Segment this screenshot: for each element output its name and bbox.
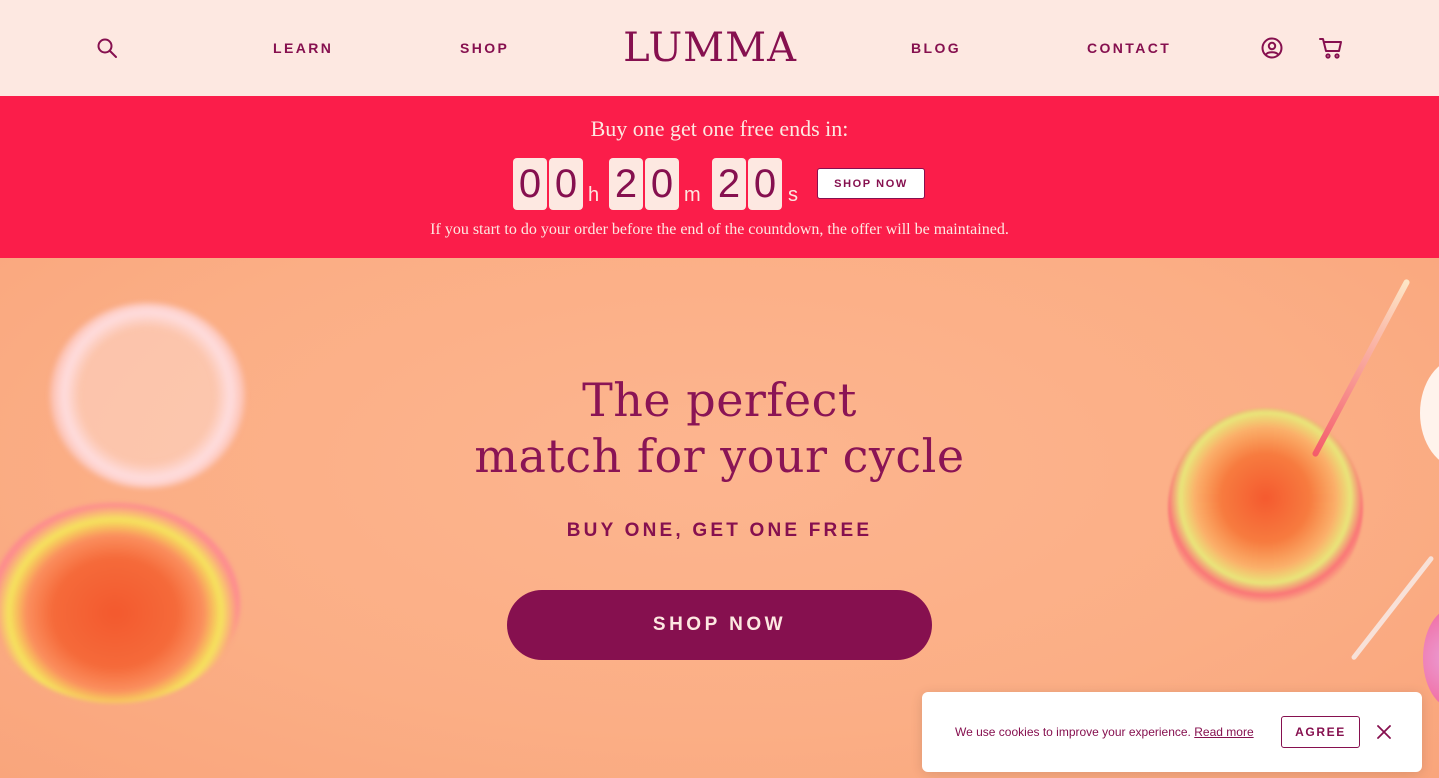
countdown-minutes-unit: m bbox=[684, 184, 701, 206]
lumma-logo[interactable]: LUMMA bbox=[623, 22, 796, 74]
nav-blog[interactable]: BLOG bbox=[911, 40, 961, 56]
cookie-banner: We use cookies to improve your experienc… bbox=[922, 692, 1422, 772]
cookie-read-more-link[interactable]: Read more bbox=[1194, 725, 1253, 739]
cup-edge-image-far-right-lower bbox=[1423, 608, 1439, 708]
countdown-hours-digit-1: 0 bbox=[513, 158, 547, 210]
close-icon[interactable] bbox=[1374, 722, 1394, 742]
countdown-seconds-digit-2: 0 bbox=[748, 158, 782, 210]
cookie-message: We use cookies to improve your experienc… bbox=[955, 725, 1254, 739]
countdown-minutes-digit-2: 0 bbox=[645, 158, 679, 210]
countdown-hours-unit: h bbox=[588, 184, 600, 206]
countdown-minutes-digit-1: 2 bbox=[609, 158, 643, 210]
countdown-seconds-digit-1: 2 bbox=[712, 158, 746, 210]
countdown-hours-digit-2: 0 bbox=[549, 158, 583, 210]
promo-note: If you start to do your order before the… bbox=[430, 221, 1009, 238]
promo-title: Buy one get one free ends in: bbox=[590, 116, 849, 141]
hero-title-line-1: The perfect bbox=[582, 373, 857, 427]
site-header: LEARN SHOP LUMMA BLOG CONTACT bbox=[0, 0, 1439, 96]
hero-shop-now-button[interactable]: SHOP NOW bbox=[507, 590, 932, 660]
nav-shop[interactable]: SHOP bbox=[460, 40, 509, 56]
cup-stem-image-right-lower bbox=[1350, 555, 1435, 661]
nav-contact[interactable]: CONTACT bbox=[1087, 40, 1171, 56]
logo-text: LUMMA bbox=[623, 25, 797, 71]
hero-subtitle: BUY ONE, GET ONE FREE bbox=[566, 520, 873, 541]
hero-title-line-2: match for your cycle bbox=[474, 429, 965, 483]
cart-icon[interactable] bbox=[1317, 34, 1345, 62]
countdown-seconds-unit: s bbox=[788, 184, 798, 206]
hero-title: The perfect match for your cycle bbox=[0, 372, 1439, 484]
nav-learn[interactable]: LEARN bbox=[273, 40, 333, 56]
cookie-agree-button[interactable]: AGREE bbox=[1281, 716, 1360, 748]
account-icon[interactable] bbox=[1258, 34, 1286, 62]
promo-shop-now-button[interactable]: SHOP NOW bbox=[817, 168, 925, 199]
search-icon[interactable] bbox=[93, 34, 121, 62]
cookie-text: We use cookies to improve your experienc… bbox=[955, 725, 1191, 739]
